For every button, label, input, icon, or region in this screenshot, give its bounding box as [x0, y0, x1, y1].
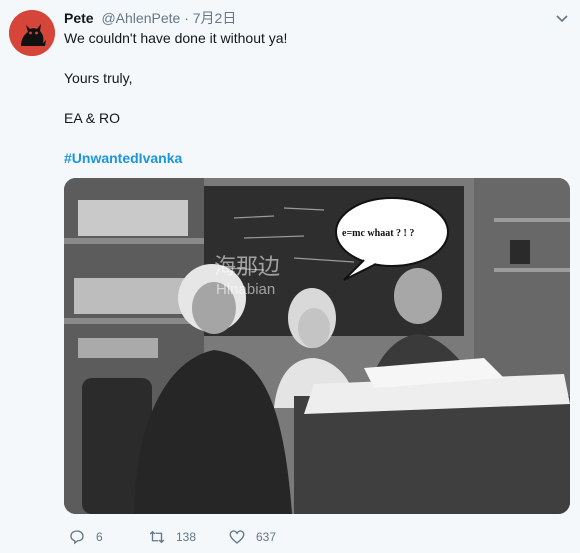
photo-illustration: e=mc whaat ? ! ? 海那边 Hinabian: [64, 178, 570, 514]
like-button[interactable]: 637: [228, 528, 276, 546]
tweet-text-line: We couldn't have done it without ya!: [64, 30, 288, 46]
user-handle[interactable]: @AhlenPete: [101, 10, 180, 26]
reply-count: 6: [96, 530, 103, 544]
tweet-text-line: Yours truly,: [64, 70, 133, 86]
watermark-cn: 海那边: [214, 254, 280, 279]
reply-button[interactable]: 6: [68, 528, 103, 546]
reply-icon: [70, 530, 84, 545]
retweet-button[interactable]: 138: [148, 528, 196, 546]
speech-bubble-text: e=mc whaat ? ! ?: [342, 228, 414, 239]
retweet-icon: [149, 530, 165, 544]
like-count: 637: [256, 530, 277, 544]
display-name[interactable]: Pete: [64, 10, 94, 26]
heart-icon: [229, 530, 245, 544]
tweet-header: Pete @AhlenPete · 7月2日: [64, 8, 236, 28]
retweet-count: 138: [176, 530, 197, 544]
tweet: Pete @AhlenPete · 7月2日 We couldn't have …: [0, 0, 580, 553]
chevron-down-icon[interactable]: [554, 10, 570, 26]
tweet-text-line: EA & RO: [64, 110, 121, 126]
tweet-image[interactable]: e=mc whaat ? ! ? 海那边 Hinabian: [64, 178, 570, 514]
avatar[interactable]: [9, 10, 55, 56]
tweet-date[interactable]: 7月2日: [193, 10, 237, 26]
separator-dot: ·: [184, 10, 189, 26]
black-cat-icon: [9, 10, 55, 56]
watermark-en: Hinabian: [216, 281, 275, 298]
hashtag-link[interactable]: #UnwantedIvanka: [64, 150, 182, 166]
